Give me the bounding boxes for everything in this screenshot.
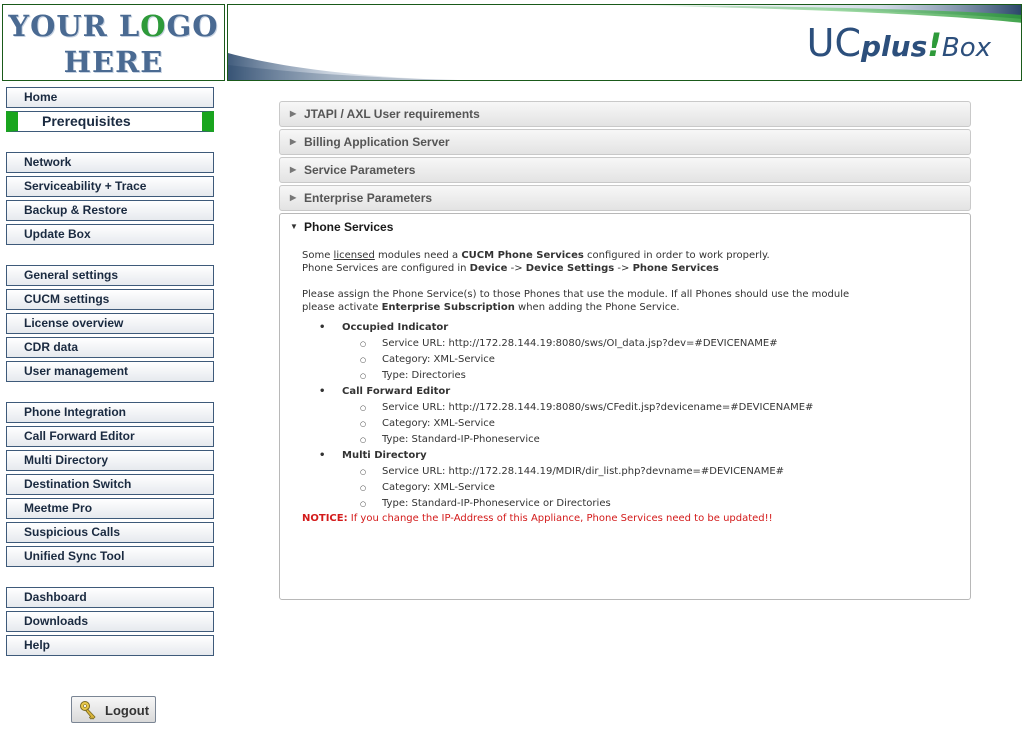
config-path-paragraph: Phone Services are configured in Device … xyxy=(302,263,719,274)
nav-serviceability-trace[interactable]: Serviceability + Trace xyxy=(6,176,214,197)
accordion-label: Service Parameters xyxy=(304,163,416,177)
nav-dashboard[interactable]: Dashboard xyxy=(6,587,214,608)
service-url: Service URL: http://172.28.144.19:8080/s… xyxy=(360,336,960,352)
caret-right-icon: ▶ xyxy=(290,165,297,174)
service-url: Service URL: http://172.28.144.19/MDIR/d… xyxy=(360,464,960,480)
accordion-phone-services-panel: ▼ Phone Services Some licensed modules n… xyxy=(279,213,971,600)
service-type: Type: Directories xyxy=(360,368,960,384)
nav-user-management[interactable]: User management xyxy=(6,361,214,382)
service-category: Category: XML-Service xyxy=(360,480,960,496)
nav-suspicious-calls[interactable]: Suspicious Calls xyxy=(6,522,214,543)
nav-help[interactable]: Help xyxy=(6,635,214,656)
nav-update-box[interactable]: Update Box xyxy=(6,224,214,245)
service-call-forward-editor: Call Forward Editor xyxy=(319,384,960,400)
nav-downloads[interactable]: Downloads xyxy=(6,611,214,632)
logo-line-1: YOUR LOGO xyxy=(8,9,219,43)
nav-general-settings[interactable]: General settings xyxy=(6,265,214,286)
service-type: Type: Standard-IP-Phoneservice xyxy=(360,432,960,448)
header-banner: UCplus!Box xyxy=(227,4,1022,81)
service-occupied-indicator: Occupied Indicator xyxy=(319,320,960,336)
nav-cdr-data[interactable]: CDR data xyxy=(6,337,214,358)
accordion-jtapi-axl[interactable]: ▶ JTAPI / AXL User requirements xyxy=(279,101,971,127)
nav-destination-switch[interactable]: Destination Switch xyxy=(6,474,214,495)
accordion-phone-services[interactable]: ▼ Phone Services xyxy=(280,214,970,240)
accordion-label: JTAPI / AXL User requirements xyxy=(304,107,480,121)
caret-right-icon: ▶ xyxy=(290,137,297,146)
service-type: Type: Standard-IP-Phoneservice or Direct… xyxy=(360,496,960,512)
nav-license-overview[interactable]: License overview xyxy=(6,313,214,334)
assign-paragraph: Please assign the Phone Service(s) to th… xyxy=(302,289,850,313)
service-url: Service URL: http://172.28.144.19:8080/s… xyxy=(360,400,960,416)
nav-phone-integration[interactable]: Phone Integration xyxy=(6,402,214,423)
accordion-label: Enterprise Parameters xyxy=(304,191,433,205)
caret-right-icon: ▶ xyxy=(290,193,297,202)
accordion-label: Billing Application Server xyxy=(304,135,450,149)
accordion-label: Phone Services xyxy=(304,220,394,234)
logout-label: Logout xyxy=(105,703,150,718)
accordion-enterprise-parameters[interactable]: ▶ Enterprise Parameters xyxy=(279,185,971,211)
nav-network[interactable]: Network xyxy=(6,152,214,173)
nav-cucm-settings[interactable]: CUCM settings xyxy=(6,289,214,310)
nav-home[interactable]: Home xyxy=(6,87,214,108)
nav-meetme-pro[interactable]: Meetme Pro xyxy=(6,498,214,519)
notice-message: NOTICE: If you change the IP-Address of … xyxy=(302,513,773,524)
nav-call-forward-editor[interactable]: Call Forward Editor xyxy=(6,426,214,447)
service-category: Category: XML-Service xyxy=(360,416,960,432)
nav-unified-sync-tool[interactable]: Unified Sync Tool xyxy=(6,546,214,567)
company-logo: YOUR LOGO HERE xyxy=(2,4,225,81)
service-multi-directory: Multi Directory xyxy=(319,448,960,464)
caret-right-icon: ▶ xyxy=(290,109,297,118)
accordion-service-parameters[interactable]: ▶ Service Parameters xyxy=(279,157,971,183)
service-category: Category: XML-Service xyxy=(360,352,960,368)
nav-prerequisites[interactable]: Prerequisites xyxy=(6,111,214,132)
caret-down-icon: ▼ xyxy=(290,222,298,231)
phone-services-content: Some licensed modules need a CUCM Phone … xyxy=(302,249,960,525)
logo-line-2: HERE xyxy=(63,45,164,79)
key-icon xyxy=(78,700,100,723)
accordion-billing-server[interactable]: ▶ Billing Application Server xyxy=(279,129,971,155)
intro-paragraph: Some licensed modules need a CUCM Phone … xyxy=(302,250,770,261)
product-brand: UCplus!Box xyxy=(806,21,991,65)
nav-multi-directory[interactable]: Multi Directory xyxy=(6,450,214,471)
nav-backup-restore[interactable]: Backup & Restore xyxy=(6,200,214,221)
licensed-link[interactable]: licensed xyxy=(334,250,375,261)
logout-button[interactable]: Logout xyxy=(71,696,156,723)
